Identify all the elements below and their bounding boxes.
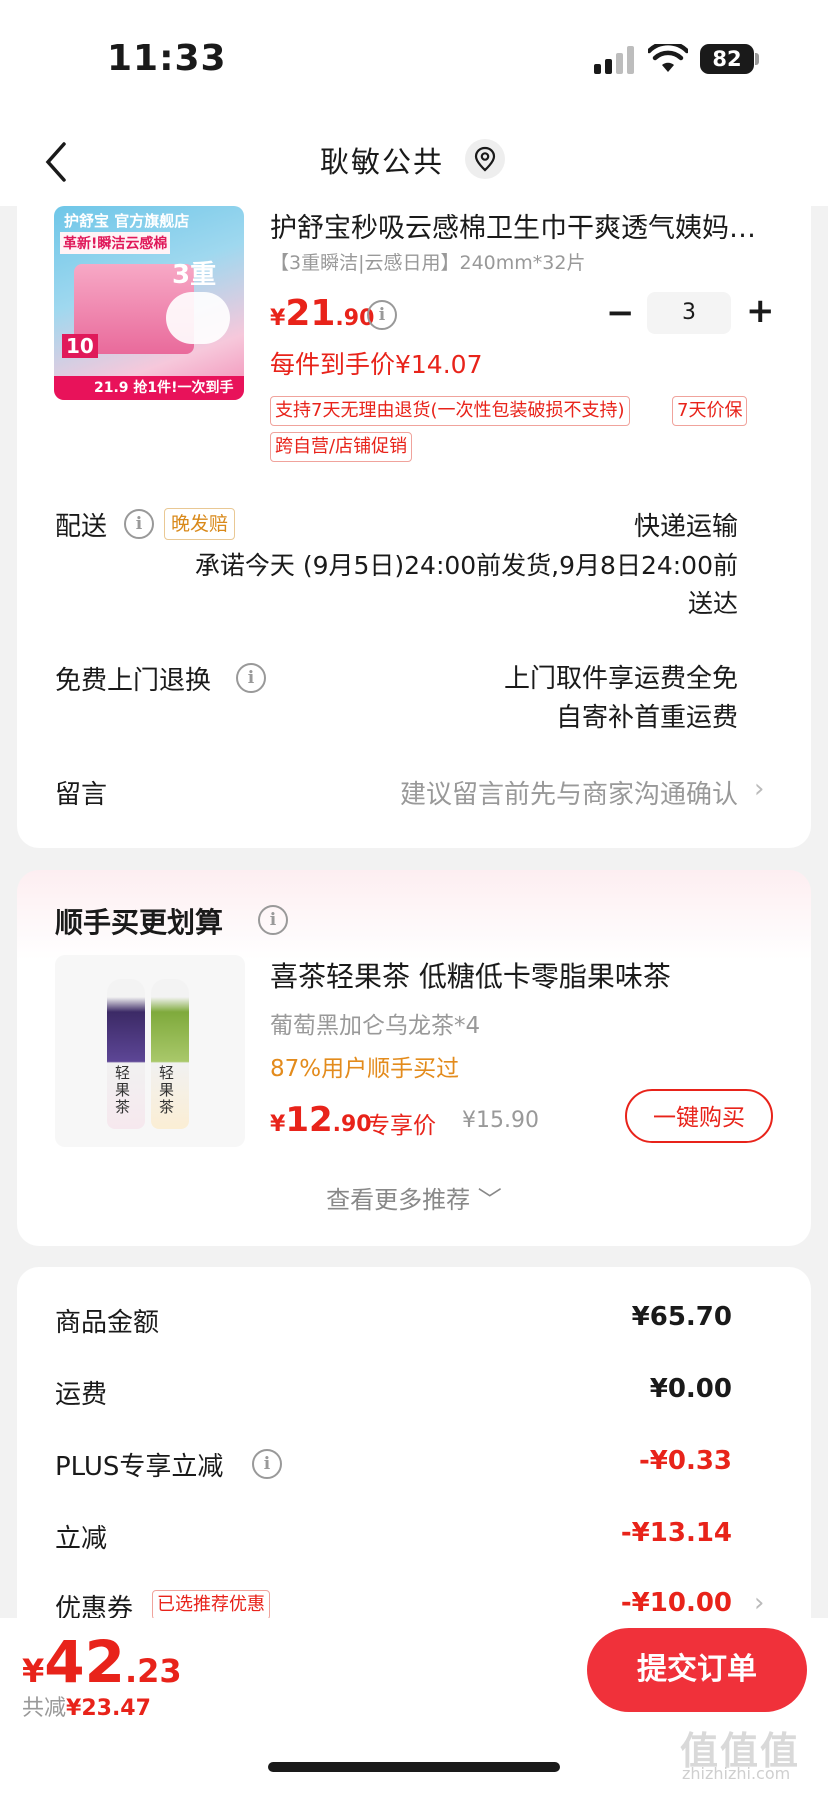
location-pin-icon <box>474 146 496 172</box>
total-dec: .23 <box>124 1652 182 1690</box>
bottle-label: 轻果茶 <box>159 1064 175 1116</box>
shipping-fee-value: ¥0.00 <box>649 1374 732 1404</box>
price-int: 21 <box>285 293 336 334</box>
total-price: ¥42.23 <box>22 1628 182 1696</box>
plus-discount-label: PLUS专享立减 <box>55 1452 224 1482</box>
info-icon[interactable]: i <box>236 663 266 693</box>
battery-tip <box>755 53 759 65</box>
product-price: ¥21.90 <box>270 293 374 334</box>
price-dec: .90 <box>332 1112 372 1137</box>
saved-prefix: 共减 <box>22 1696 67 1721</box>
goods-amount-label: 商品金额 <box>55 1308 160 1338</box>
return-pickup-text: 上门取件享运费全免 <box>503 664 738 694</box>
quantity-value[interactable]: 3 <box>647 292 731 334</box>
message-input[interactable]: 建议留言前先与商家沟通确认 <box>400 774 738 811</box>
delivery-method: 快递运输 <box>633 512 738 542</box>
cellular-signal-icon <box>594 46 634 74</box>
total-currency: ¥ <box>22 1652 45 1690</box>
quantity-minus-button[interactable]: − <box>606 296 635 330</box>
tea-popularity: 87%用户顺手买过 <box>270 1056 460 1082</box>
thumb-count: 10 <box>62 334 98 358</box>
coupon-value[interactable]: -¥10.00 <box>621 1588 732 1618</box>
service-tag: 支持7天无理由退货(一次性包装破损不支持) <box>270 396 630 426</box>
wifi-icon <box>648 44 688 72</box>
one-click-buy-button[interactable]: 一键购买 <box>625 1089 773 1143</box>
late-compensation-tag: 晚发赔 <box>164 508 236 540</box>
info-icon[interactable]: i <box>258 905 288 935</box>
chevron-left-icon[interactable] <box>42 140 72 184</box>
thumb-new-label: 革新!瞬洁云感棉 <box>60 232 171 254</box>
status-time: 11:33 <box>107 38 227 79</box>
see-more-recommendations[interactable]: 查看更多推荐 ﹀ <box>0 1180 828 1215</box>
watermark-domain: zhizhizhi.com <box>682 1764 791 1783</box>
plus-discount-value: -¥0.33 <box>638 1446 732 1476</box>
info-icon[interactable]: i <box>252 1449 282 1479</box>
message-label: 留言 <box>55 780 108 810</box>
return-self-send-text: 自寄补首重运费 <box>555 703 738 733</box>
page-title: 耿敏公共 <box>320 145 445 179</box>
exclusive-price-label: 专享价 <box>367 1113 436 1139</box>
info-icon[interactable]: i <box>367 300 397 330</box>
instant-discount-label: 立减 <box>55 1524 108 1554</box>
thumb-brand: 护舒宝 官方旗舰店 <box>64 212 190 230</box>
free-return-label: 免费上门退换 <box>55 666 212 696</box>
service-tag: 7天价保 <box>672 396 748 426</box>
delivery-label: 配送 <box>55 512 108 542</box>
bottle-label: 轻果茶 <box>115 1064 131 1116</box>
saved-value: ¥23.47 <box>66 1696 151 1721</box>
product-title[interactable]: 护舒宝秒吸云感棉卫生巾干爽透气姨妈… <box>270 206 756 245</box>
submit-order-button[interactable]: 提交订单 <box>587 1628 807 1712</box>
total-saved: 共减¥23.47 <box>22 1690 151 1722</box>
original-price: ¥15.90 <box>462 1108 539 1133</box>
product-thumbnail[interactable]: 护舒宝 官方旗舰店 革新!瞬洁云感棉 3重 10 21.9 抢1件!一次到手(3… <box>54 206 244 400</box>
product-spec: 【3重瞬洁|云感日用】240mm*32片 <box>270 252 586 274</box>
battery-icon: 82 <box>700 44 754 74</box>
final-unit-price: 每件到手价¥14.07 <box>270 350 483 379</box>
chevron-right-icon[interactable]: › <box>754 1588 764 1618</box>
thumb-promo-bar: 21.9 抢1件!一次到手(30+2)片 <box>54 376 244 400</box>
tea-price: ¥12.90 <box>270 1100 372 1140</box>
home-indicator[interactable] <box>268 1762 560 1772</box>
shipping-fee-label: 运费 <box>55 1380 108 1410</box>
recommend-title: 顺手买更划算 <box>55 906 224 939</box>
delivery-promise-line2: 送达 <box>687 589 738 618</box>
tea-title[interactable]: 喜茶轻果茶 低糖低卡零脂果味茶 <box>270 955 671 995</box>
goods-amount-value: ¥65.70 <box>631 1302 732 1332</box>
price-currency: ¥ <box>270 1112 286 1137</box>
coupon-tag: 已选推荐优惠 <box>152 1590 270 1620</box>
service-tag: 跨自营/店铺促销 <box>270 432 413 462</box>
price-currency: ¥ <box>270 306 286 331</box>
thumb-3layer: 3重 <box>172 260 217 290</box>
tea-spec: 葡萄黑加仑乌龙茶*4 <box>270 1013 481 1039</box>
price-int: 12 <box>285 1100 333 1140</box>
chevron-right-icon[interactable]: › <box>754 774 764 804</box>
location-button[interactable] <box>465 139 505 179</box>
total-int: 42 <box>44 1628 125 1696</box>
thumb-cotton-graphic <box>166 292 230 344</box>
delivery-promise: 承诺今天 (9月5日)24:00前发货,9月8日24:00前 <box>194 551 738 580</box>
info-icon[interactable]: i <box>124 509 154 539</box>
tea-product-image[interactable]: 轻果茶 轻果茶 <box>55 955 245 1147</box>
quantity-plus-button[interactable]: + <box>746 294 775 328</box>
instant-discount-value: -¥13.14 <box>620 1518 732 1548</box>
